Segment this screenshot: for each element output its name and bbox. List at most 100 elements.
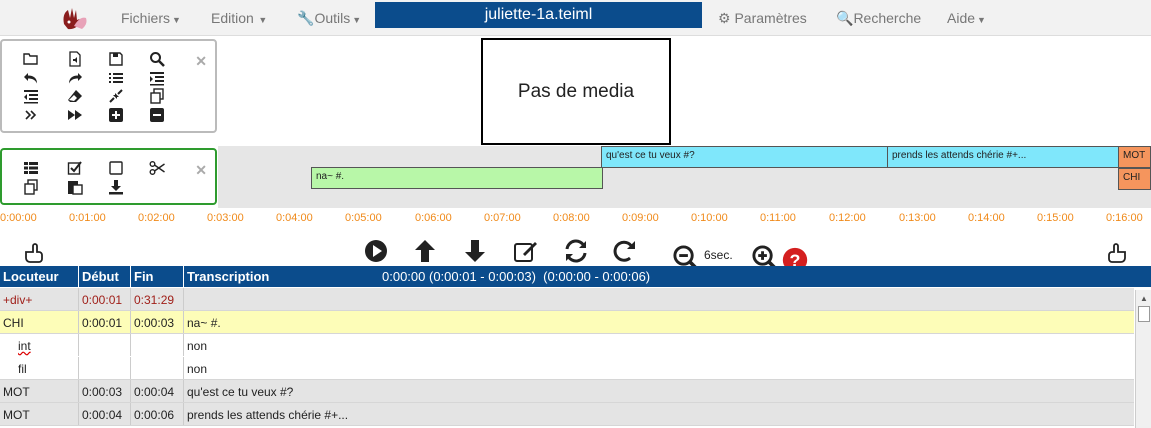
cell-divider	[183, 357, 184, 379]
ruler-tick: 0:08:00	[553, 212, 590, 224]
copy-icon[interactable]	[22, 179, 40, 195]
segment-text: MOT	[1123, 150, 1146, 161]
cell-divider	[183, 380, 184, 402]
zoom-out-icon[interactable]	[672, 244, 698, 270]
ruler-tick: 0:10:00	[691, 212, 728, 224]
chevron-down-icon: ▼	[352, 15, 362, 25]
col-divider	[183, 266, 184, 287]
timeline-segment[interactable]: prends les attends chérie #+...	[887, 146, 1120, 168]
col-header-end[interactable]: Fin	[134, 269, 154, 284]
copy-icon[interactable]	[148, 88, 166, 104]
play-icon[interactable]	[363, 238, 389, 264]
ruler-tick: 0:02:00	[138, 212, 175, 224]
cell-divider	[183, 288, 184, 310]
eraser-icon[interactable]	[66, 88, 84, 104]
table-scrollbar[interactable]: ▲	[1135, 290, 1151, 428]
menu-fichiers[interactable]: Fichiers ▼	[121, 10, 181, 26]
gears-icon: ⚙	[718, 10, 735, 26]
help-icon[interactable]: ?	[782, 247, 808, 273]
menu-outils-label: Outils	[314, 10, 351, 26]
col-header-start[interactable]: Début	[82, 269, 119, 284]
paste-icon[interactable]	[66, 179, 84, 195]
wrench-icon: 🔧	[297, 10, 315, 26]
table-row[interactable]: fil non	[0, 357, 1134, 380]
row-speaker: CHI	[3, 316, 24, 330]
timeline-segment[interactable]: MOT	[1118, 146, 1151, 168]
refresh-icon[interactable]	[563, 238, 589, 264]
save-icon[interactable]	[107, 51, 125, 67]
col-header-speaker[interactable]: Locuteur	[3, 269, 59, 284]
current-time-display: 0:00:00 (0:00:01 - 0:00:03) (0:00:00 - 0…	[382, 269, 651, 284]
cell-divider	[78, 403, 79, 425]
hand-left-icon[interactable]	[22, 238, 48, 264]
table-row[interactable]: CHI 0:00:01 0:00:03 na~ #.	[0, 311, 1134, 334]
fast-forward-icon[interactable]	[66, 107, 84, 123]
timeline-segment[interactable]: CHI	[1118, 168, 1151, 190]
menu-aide-label: Aide	[947, 10, 976, 26]
row-speaker: +div+	[3, 293, 33, 307]
cell-divider	[130, 357, 131, 379]
row-end: 0:00:04	[134, 385, 175, 399]
menu-aide[interactable]: Aide ▼	[947, 10, 986, 26]
redo-icon[interactable]	[66, 70, 84, 86]
table-row[interactable]: int non	[0, 334, 1134, 357]
table-row[interactable]: MOT 0:00:04 0:00:06 prends les attends c…	[0, 403, 1134, 426]
row-text: non	[187, 362, 208, 376]
indent-icon[interactable]	[148, 70, 166, 86]
arrow-up-icon[interactable]	[412, 238, 438, 264]
menu-edition[interactable]: Edition ▼	[211, 10, 267, 26]
app-logo-icon[interactable]	[60, 4, 90, 32]
row-end: 0:31:29	[134, 293, 175, 307]
hand-right-icon[interactable]	[1103, 238, 1129, 264]
table-row[interactable]: MOT 0:00:03 0:00:04 qu'est ce tu veux #?	[0, 380, 1134, 403]
timeline-segment[interactable]: qu'est ce tu veux #?	[601, 146, 889, 168]
row-text: prends les attends chérie #+...	[187, 408, 349, 422]
close-icon[interactable]: ✕	[195, 53, 207, 70]
cell-divider	[78, 334, 79, 356]
col-divider	[78, 266, 79, 287]
undo-icon[interactable]	[22, 70, 40, 86]
transcript-table-header: Locuteur Début Fin Transcription 0:00:00…	[0, 266, 1151, 287]
open-folder-icon[interactable]	[22, 51, 40, 67]
minus-square-icon[interactable]	[148, 107, 166, 123]
table-row[interactable]: +div+ 0:00:01 0:31:29	[0, 288, 1134, 311]
edit-icon[interactable]	[513, 238, 539, 264]
search-icon[interactable]	[148, 51, 166, 67]
arrow-down-icon[interactable]	[462, 238, 488, 264]
col-divider	[130, 266, 131, 287]
menu-recherche[interactable]: 🔍Recherche	[836, 10, 921, 27]
double-angle-right-icon[interactable]	[22, 107, 40, 123]
plus-square-icon[interactable]	[107, 107, 125, 123]
close-icon[interactable]: ✕	[195, 162, 207, 179]
checkbox-empty-icon[interactable]	[107, 160, 125, 176]
menu-parametres[interactable]: ⚙ Paramètres	[718, 10, 807, 27]
cell-divider	[183, 334, 184, 356]
timeline-segment[interactable]: na~ #.	[311, 167, 603, 189]
row-start: 0:00:01	[82, 316, 123, 330]
ruler-tick: 0:06:00	[415, 212, 452, 224]
ruler-tick: 0:05:00	[345, 212, 382, 224]
toolbar-panel-edit: ✕	[0, 148, 217, 205]
scrollbar-thumb[interactable]	[1138, 306, 1150, 322]
ruler-tick: 0:16:00	[1106, 212, 1143, 224]
list-icon[interactable]	[107, 70, 125, 86]
scissors-icon[interactable]	[148, 160, 166, 176]
row-end: 0:00:03	[134, 316, 175, 330]
th-list-icon[interactable]	[22, 160, 40, 176]
audio-file-icon[interactable]	[66, 51, 84, 67]
redo-icon[interactable]	[612, 238, 638, 264]
row-speaker: int	[18, 339, 31, 353]
scroll-up-icon[interactable]: ▲	[1140, 294, 1148, 303]
compress-icon[interactable]	[107, 88, 125, 104]
search-icon: 🔍	[836, 10, 854, 26]
ruler-tick: 0:09:00	[622, 212, 659, 224]
cell-divider	[78, 311, 79, 333]
checkbox-checked-icon[interactable]	[66, 160, 84, 176]
col-header-transcription[interactable]: Transcription	[187, 269, 269, 284]
row-start: 0:00:03	[82, 385, 123, 399]
menu-outils[interactable]: 🔧Outils ▼	[297, 10, 361, 27]
outdent-icon[interactable]	[22, 88, 40, 104]
download-icon[interactable]	[107, 179, 125, 195]
chevron-down-icon: ▼	[255, 15, 268, 25]
zoom-in-icon[interactable]	[751, 244, 777, 270]
